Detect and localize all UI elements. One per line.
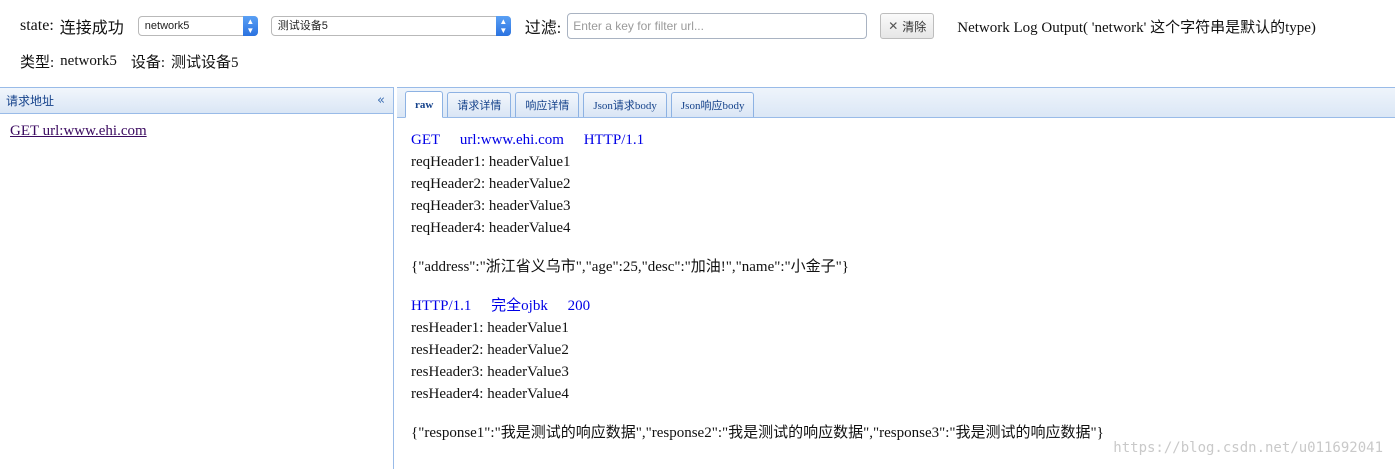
select-arrows-icon: ▲ ▼	[495, 16, 511, 36]
tab-request-details[interactable]: 请求详情	[447, 92, 512, 117]
device-select[interactable]: 测试设备5 ▲ ▼	[270, 16, 511, 36]
response-header: resHeader3: headerValue3	[411, 364, 569, 380]
toolbar-row-top: state: 连接成功 network5 ▲▼ 测试设备5 ▲▼ 过滤: ✕ 清…	[20, 13, 1316, 39]
response-status-line: HTTP/1.1 完全ojbk 200	[411, 295, 1395, 317]
device-select-value: 测试设备5	[277, 20, 328, 32]
collapse-left-icon[interactable]: «	[377, 93, 385, 108]
state-label: state:	[20, 17, 54, 34]
watermark: https://blog.csdn.net/u011692041	[1113, 440, 1383, 456]
request-header: reqHeader1: headerValue1	[411, 154, 571, 170]
select-arrows-icon: ▲ ▼	[242, 16, 258, 36]
response-header: resHeader1: headerValue1	[411, 320, 569, 336]
response-status-code: 200	[567, 298, 591, 314]
output-note: Network Log Output( 'network' 这个字符串是默认的t…	[957, 19, 1316, 36]
request-header: reqHeader4: headerValue4	[411, 220, 571, 236]
tab-strip: raw 请求详情 响应详情 Json请求body Json响应body	[397, 88, 1395, 118]
state-value: 连接成功	[59, 20, 124, 37]
tab-raw[interactable]: raw	[405, 91, 444, 118]
filter-label: 过滤:	[524, 20, 562, 37]
request-list-item[interactable]: GET url:www.ehi.com	[10, 123, 147, 140]
request-header: reqHeader2: headerValue2	[411, 176, 571, 192]
detail-panel: raw 请求详情 响应详情 Json请求body Json响应body GET …	[397, 87, 1395, 469]
type-value: network5	[60, 52, 117, 69]
clear-button[interactable]: ✕ 清除	[880, 13, 935, 39]
tab-response-details[interactable]: 响应详情	[515, 92, 580, 117]
device-label: 设备:	[130, 54, 165, 71]
device-value: 测试设备5	[171, 54, 239, 71]
tab-json-response-body[interactable]: Json响应body	[670, 92, 755, 117]
request-list-panel: 请求地址 « GET url:www.ehi.com	[0, 87, 394, 469]
request-list-title: 请求地址	[6, 94, 55, 108]
tab-json-request-body[interactable]: Json请求body	[583, 92, 667, 117]
clear-button-label: 清除	[902, 19, 927, 34]
response-header: resHeader4: headerValue4	[411, 386, 569, 402]
toolbar-row-info: 类型: network5 设备: 测试设备5	[20, 50, 245, 72]
type-select[interactable]: network5 ▲ ▼	[137, 16, 258, 36]
response-status-text: 完全ojbk	[491, 298, 548, 314]
request-method: GET	[411, 132, 441, 148]
request-list-header: 请求地址 «	[0, 88, 393, 114]
close-icon: ✕	[888, 19, 899, 33]
request-header: reqHeader3: headerValue3	[411, 198, 571, 214]
toolbar: state: 连接成功 network5 ▲▼ 测试设备5 ▲▼ 过滤: ✕ 清…	[0, 0, 1395, 88]
request-protocol: HTTP/1.1	[583, 132, 645, 148]
request-url: url:www.ehi.com	[459, 132, 564, 148]
response-protocol: HTTP/1.1	[411, 298, 472, 314]
type-label: 类型:	[20, 54, 55, 71]
filter-input[interactable]	[567, 13, 868, 39]
request-line: GET url:www.ehi.com HTTP/1.1	[411, 129, 1395, 151]
request-body: {"address":"浙江省义乌市","age":25,"desc":"加油!…	[411, 259, 849, 275]
raw-content: GET url:www.ehi.com HTTP/1.1 reqHeader1:…	[397, 118, 1395, 444]
response-header: resHeader2: headerValue2	[411, 342, 569, 358]
type-select-value: network5	[144, 20, 190, 32]
